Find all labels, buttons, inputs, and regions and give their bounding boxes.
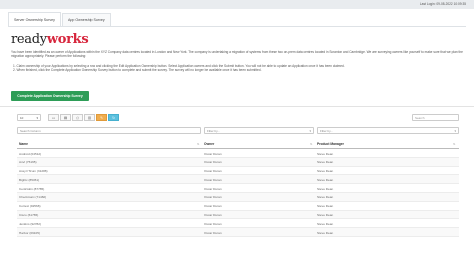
copy-icon: ▭ xyxy=(51,115,56,120)
readyworks-logo: readyworks xyxy=(11,32,89,47)
app-name-cell: Anvl (75165) xyxy=(19,160,37,165)
tab-server-ownership-survey[interactable]: Server Ownership Survey xyxy=(8,12,61,26)
column-header-product-manager[interactable]: Product Manager xyxy=(317,142,344,146)
product-manager-cell: Steve Dean xyxy=(317,221,334,226)
sort-icon[interactable]: ⇅ xyxy=(310,142,313,146)
intro-text: You have been identified as an owner of … xyxy=(11,50,463,59)
table-row[interactable]: Checkmarx (71482) Oscar Duran Steve Dean xyxy=(17,192,459,202)
table-toolbar: ▭ ▤ ⎙ ▥ ✎ ↻ xyxy=(48,114,120,121)
copy-button[interactable]: ▭ xyxy=(48,114,59,121)
csv-button[interactable]: ▤ xyxy=(60,114,71,121)
app-name-cell: Cisco (61765) xyxy=(19,213,39,218)
csv-icon: ▤ xyxy=(63,115,68,120)
product-manager-cell: Steve Dean xyxy=(317,151,334,156)
section-divider xyxy=(0,106,474,107)
table-row[interactable]: Cisco (61765) Oscar Duran Steve Dean xyxy=(17,210,459,220)
table-row[interactable]: Anvl (75165) Oscar Duran Steve Dean xyxy=(17,157,459,167)
product-manager-cell: Steve Dean xyxy=(317,195,334,200)
top-bar: Last Login: 09-08-2022 10:09:35 xyxy=(0,0,474,9)
last-login-text: Last Login: 09-08-2022 10:09:35 xyxy=(419,2,466,6)
pm-filter-placeholder: Filter by... xyxy=(320,128,333,133)
instruction-steps: 1. Claim ownership of your Applications … xyxy=(13,64,461,72)
table-row[interactable]: Centriskin (87785) Oscar Duran Steve Dea… xyxy=(17,184,459,193)
owner-column-filter[interactable]: Filter by... ▾ xyxy=(204,127,314,134)
column-header-name[interactable]: Name xyxy=(19,142,28,146)
product-manager-cell: Steve Dean xyxy=(317,230,334,235)
name-filter-placeholder: Search Column xyxy=(20,128,41,133)
owner-cell: Oscar Duran xyxy=(204,204,222,209)
product-manager-cell: Steve Dean xyxy=(317,186,334,191)
owner-cell: Oscar Duran xyxy=(204,195,222,200)
complete-survey-button[interactable]: Complete Application Ownership Survey xyxy=(11,91,89,101)
print-icon: ⎙ xyxy=(76,115,79,120)
table-body: Android (04512) Oscar Duran Steve Dean A… xyxy=(17,149,459,237)
app-name-cell: Android (04512) xyxy=(19,151,42,156)
owner-filter-placeholder: Filter by... xyxy=(207,128,220,133)
edit-icon: ✎ xyxy=(100,115,103,120)
table-row[interactable]: Jenkins (92782) Oscar Duran Steve Dean xyxy=(17,219,459,229)
page-size-select[interactable]: 10 ▾ xyxy=(17,114,41,121)
app-name-cell: Cortext (92568) xyxy=(19,204,41,209)
owner-cell: Oscar Duran xyxy=(204,151,222,156)
table-row[interactable]: Assyrl Tirum (31288) Oscar Duran Steve D… xyxy=(17,167,459,176)
print-button[interactable]: ⎙ xyxy=(72,114,83,121)
column-filters: Search Column Filter by... ▾ Filter by...… xyxy=(17,127,459,134)
owner-cell: Oscar Duran xyxy=(204,221,222,226)
owner-cell: Oscar Duran xyxy=(204,177,222,182)
product-manager-column-filter[interactable]: Filter by... ▾ xyxy=(317,127,459,134)
survey-tabs: Server Ownership Survey App Ownership Su… xyxy=(8,12,112,26)
app-name-cell: Jenkins (92782) xyxy=(19,221,42,226)
chevron-down-icon: ▾ xyxy=(36,115,38,120)
product-manager-cell: Steve Dean xyxy=(317,213,334,218)
table-search-input[interactable]: Search xyxy=(412,114,459,121)
owner-cell: Oscar Duran xyxy=(204,169,222,174)
app-name-cell: Harbor (09105) xyxy=(19,230,40,235)
columns-button[interactable]: ▥ xyxy=(84,114,95,121)
sort-icon[interactable]: ⇅ xyxy=(197,142,200,146)
product-manager-cell: Steve Dean xyxy=(317,160,334,165)
name-column-search[interactable]: Search Column xyxy=(17,127,201,134)
product-manager-cell: Steve Dean xyxy=(317,177,334,182)
owner-cell: Oscar Duran xyxy=(204,186,222,191)
owner-cell: Oscar Duran xyxy=(204,230,222,235)
chevron-down-icon: ▾ xyxy=(309,128,311,133)
table-row[interactable]: Android (04512) Oscar Duran Steve Dean xyxy=(17,149,459,158)
page-size-value: 10 xyxy=(20,115,24,120)
table-row[interactable]: BigFix (85451) Oscar Duran Steve Dean xyxy=(17,175,459,185)
chevron-down-icon: ▾ xyxy=(454,128,456,133)
app-name-cell: Centriskin (87785) xyxy=(19,186,45,191)
columns-icon: ▥ xyxy=(87,115,92,120)
column-header-owner[interactable]: Owner xyxy=(204,142,214,146)
product-manager-cell: Steve Dean xyxy=(317,169,334,174)
owner-cell: Oscar Duran xyxy=(204,213,222,218)
refresh-icon: ↻ xyxy=(112,115,115,120)
edit-ownership-button[interactable]: ✎ xyxy=(96,114,107,121)
tab-app-ownership-survey[interactable]: App Ownership Survey xyxy=(61,13,111,26)
app-name-cell: BigFix (85451) xyxy=(19,177,40,182)
tab-divider xyxy=(8,26,466,27)
app-name-cell: Checkmarx (71482) xyxy=(19,195,47,200)
product-manager-cell: Steve Dean xyxy=(317,204,334,209)
sort-icon[interactable]: ⇅ xyxy=(453,142,456,146)
refresh-button[interactable]: ↻ xyxy=(108,114,119,121)
owner-cell: Oscar Duran xyxy=(204,160,222,165)
table-header: Name ⇅ Owner ⇅ Product Manager ⇅ xyxy=(17,141,459,149)
table-row[interactable]: Harbor (09105) Oscar Duran Steve Dean xyxy=(17,228,459,237)
instruction-step: 2. When finished, click the Complete App… xyxy=(13,68,262,73)
app-name-cell: Assyrl Tirum (31288) xyxy=(19,169,48,174)
table-row[interactable]: Cortext (92568) Oscar Duran Steve Dean xyxy=(17,202,459,211)
